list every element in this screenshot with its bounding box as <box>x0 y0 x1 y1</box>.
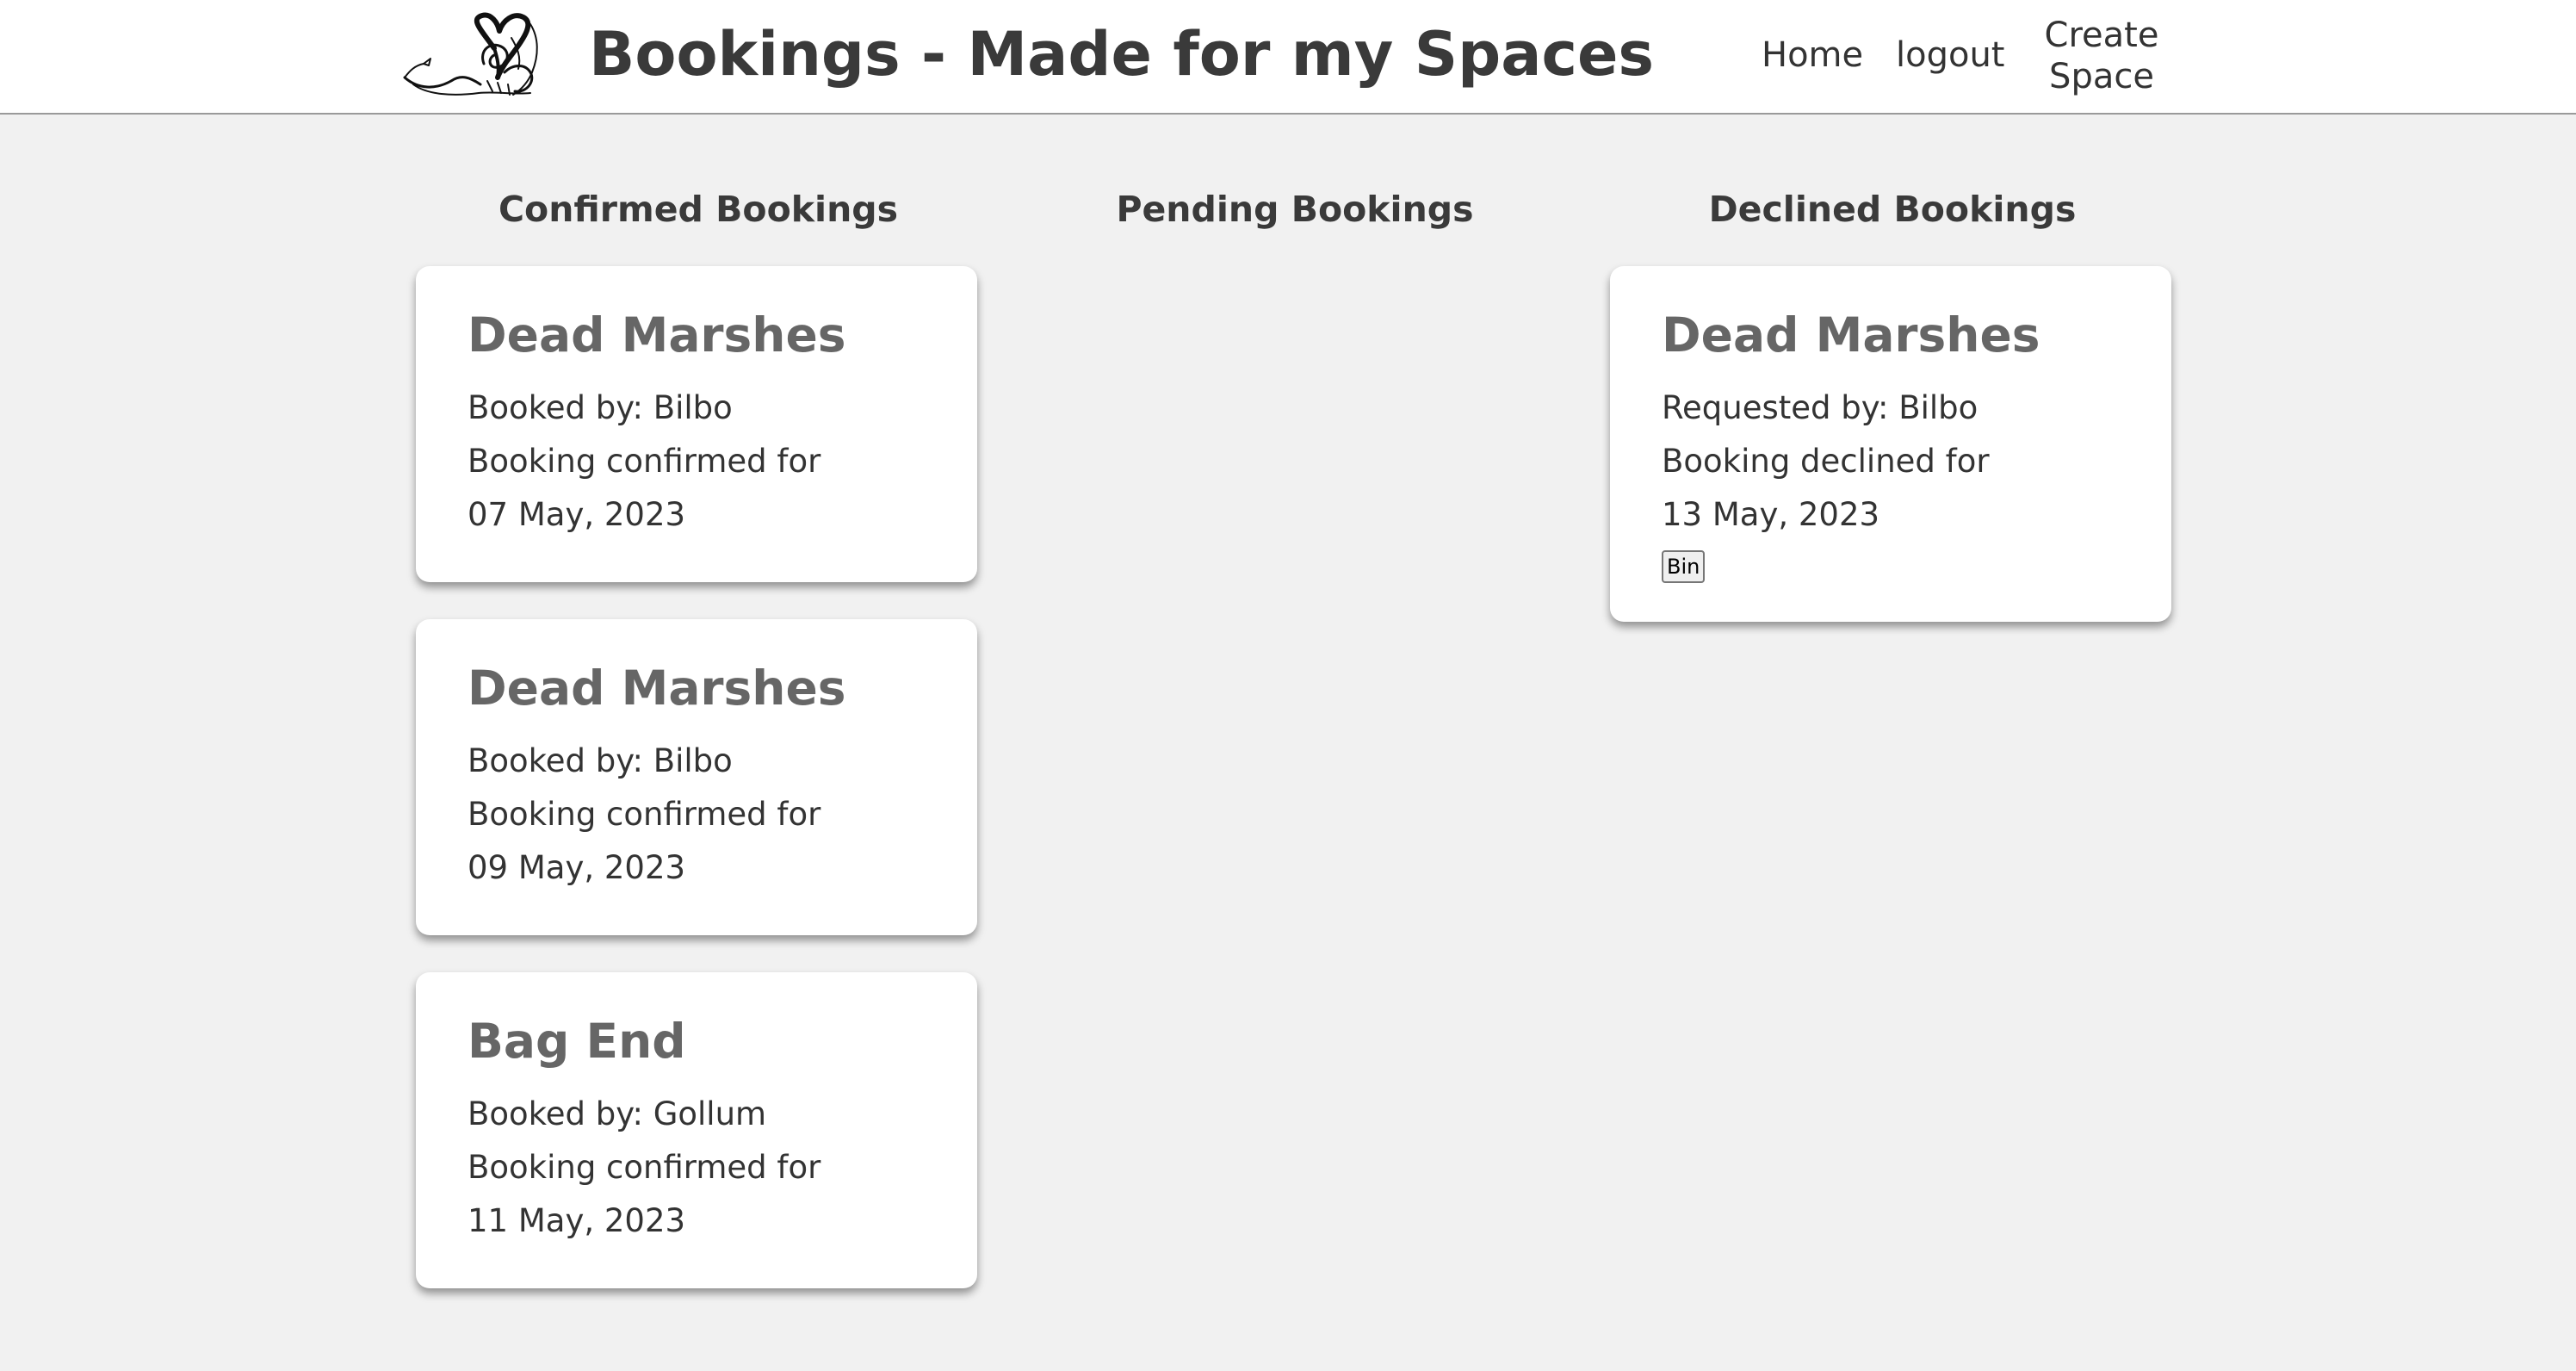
booking-status-text: Booking confirmed for <box>468 796 821 833</box>
bin-button[interactable]: Bin <box>1662 550 1706 583</box>
pending-bookings-list <box>1012 266 1577 275</box>
booking-date: 07 May, 2023 <box>468 496 686 533</box>
nav-logout-link[interactable]: logout <box>1896 34 2004 76</box>
declined-bookings-heading: Declined Bookings <box>1708 189 2077 230</box>
booking-space-name: Dead Marshes <box>1662 307 2040 363</box>
nav-create-space-link[interactable]: Create Space <box>2044 15 2159 97</box>
confirmed-booking-card: Dead Marshes Booked by: Bilbo Booking co… <box>416 619 977 935</box>
booking-date: 11 May, 2023 <box>468 1202 686 1239</box>
confirmed-bookings-heading: Confirmed Bookings <box>498 189 899 230</box>
site-title: Bookings - Made for my Spaces <box>589 19 1655 90</box>
booking-date: 13 May, 2023 <box>1662 496 1880 533</box>
nav-create-space-line1: Create <box>2044 16 2159 55</box>
booking-space-name: Bag End <box>468 1014 686 1069</box>
booking-space-name: Dead Marshes <box>468 307 846 363</box>
declined-booking-card: Dead Marshes Requested by: Bilbo Booking… <box>1610 266 2171 622</box>
booking-date: 09 May, 2023 <box>468 849 686 886</box>
booking-space-name: Dead Marshes <box>468 661 846 716</box>
booking-status-text: Booking declined for <box>1662 443 1990 480</box>
pending-bookings-heading: Pending Bookings <box>1116 189 1474 230</box>
booked-by-text: Booked by: Gollum <box>468 1095 767 1132</box>
confirmed-booking-card: Bag End Booked by: Gollum Booking confir… <box>416 972 977 1288</box>
top-navigation-bar: Bookings - Made for my Spaces Home logou… <box>0 0 2576 115</box>
booked-by-text: Booked by: Bilbo <box>468 389 733 426</box>
booking-status-text: Booking confirmed for <box>468 443 821 480</box>
nav-create-space-line2: Space <box>2049 57 2154 96</box>
heart-dragon-logo-icon[interactable] <box>401 12 549 100</box>
confirmed-booking-card: Dead Marshes Booked by: Bilbo Booking co… <box>416 266 977 582</box>
nav-home-link[interactable]: Home <box>1762 34 1863 76</box>
booking-status-text: Booking confirmed for <box>468 1149 821 1186</box>
requested-by-text: Requested by: Bilbo <box>1662 389 1978 426</box>
booked-by-text: Booked by: Bilbo <box>468 742 733 779</box>
